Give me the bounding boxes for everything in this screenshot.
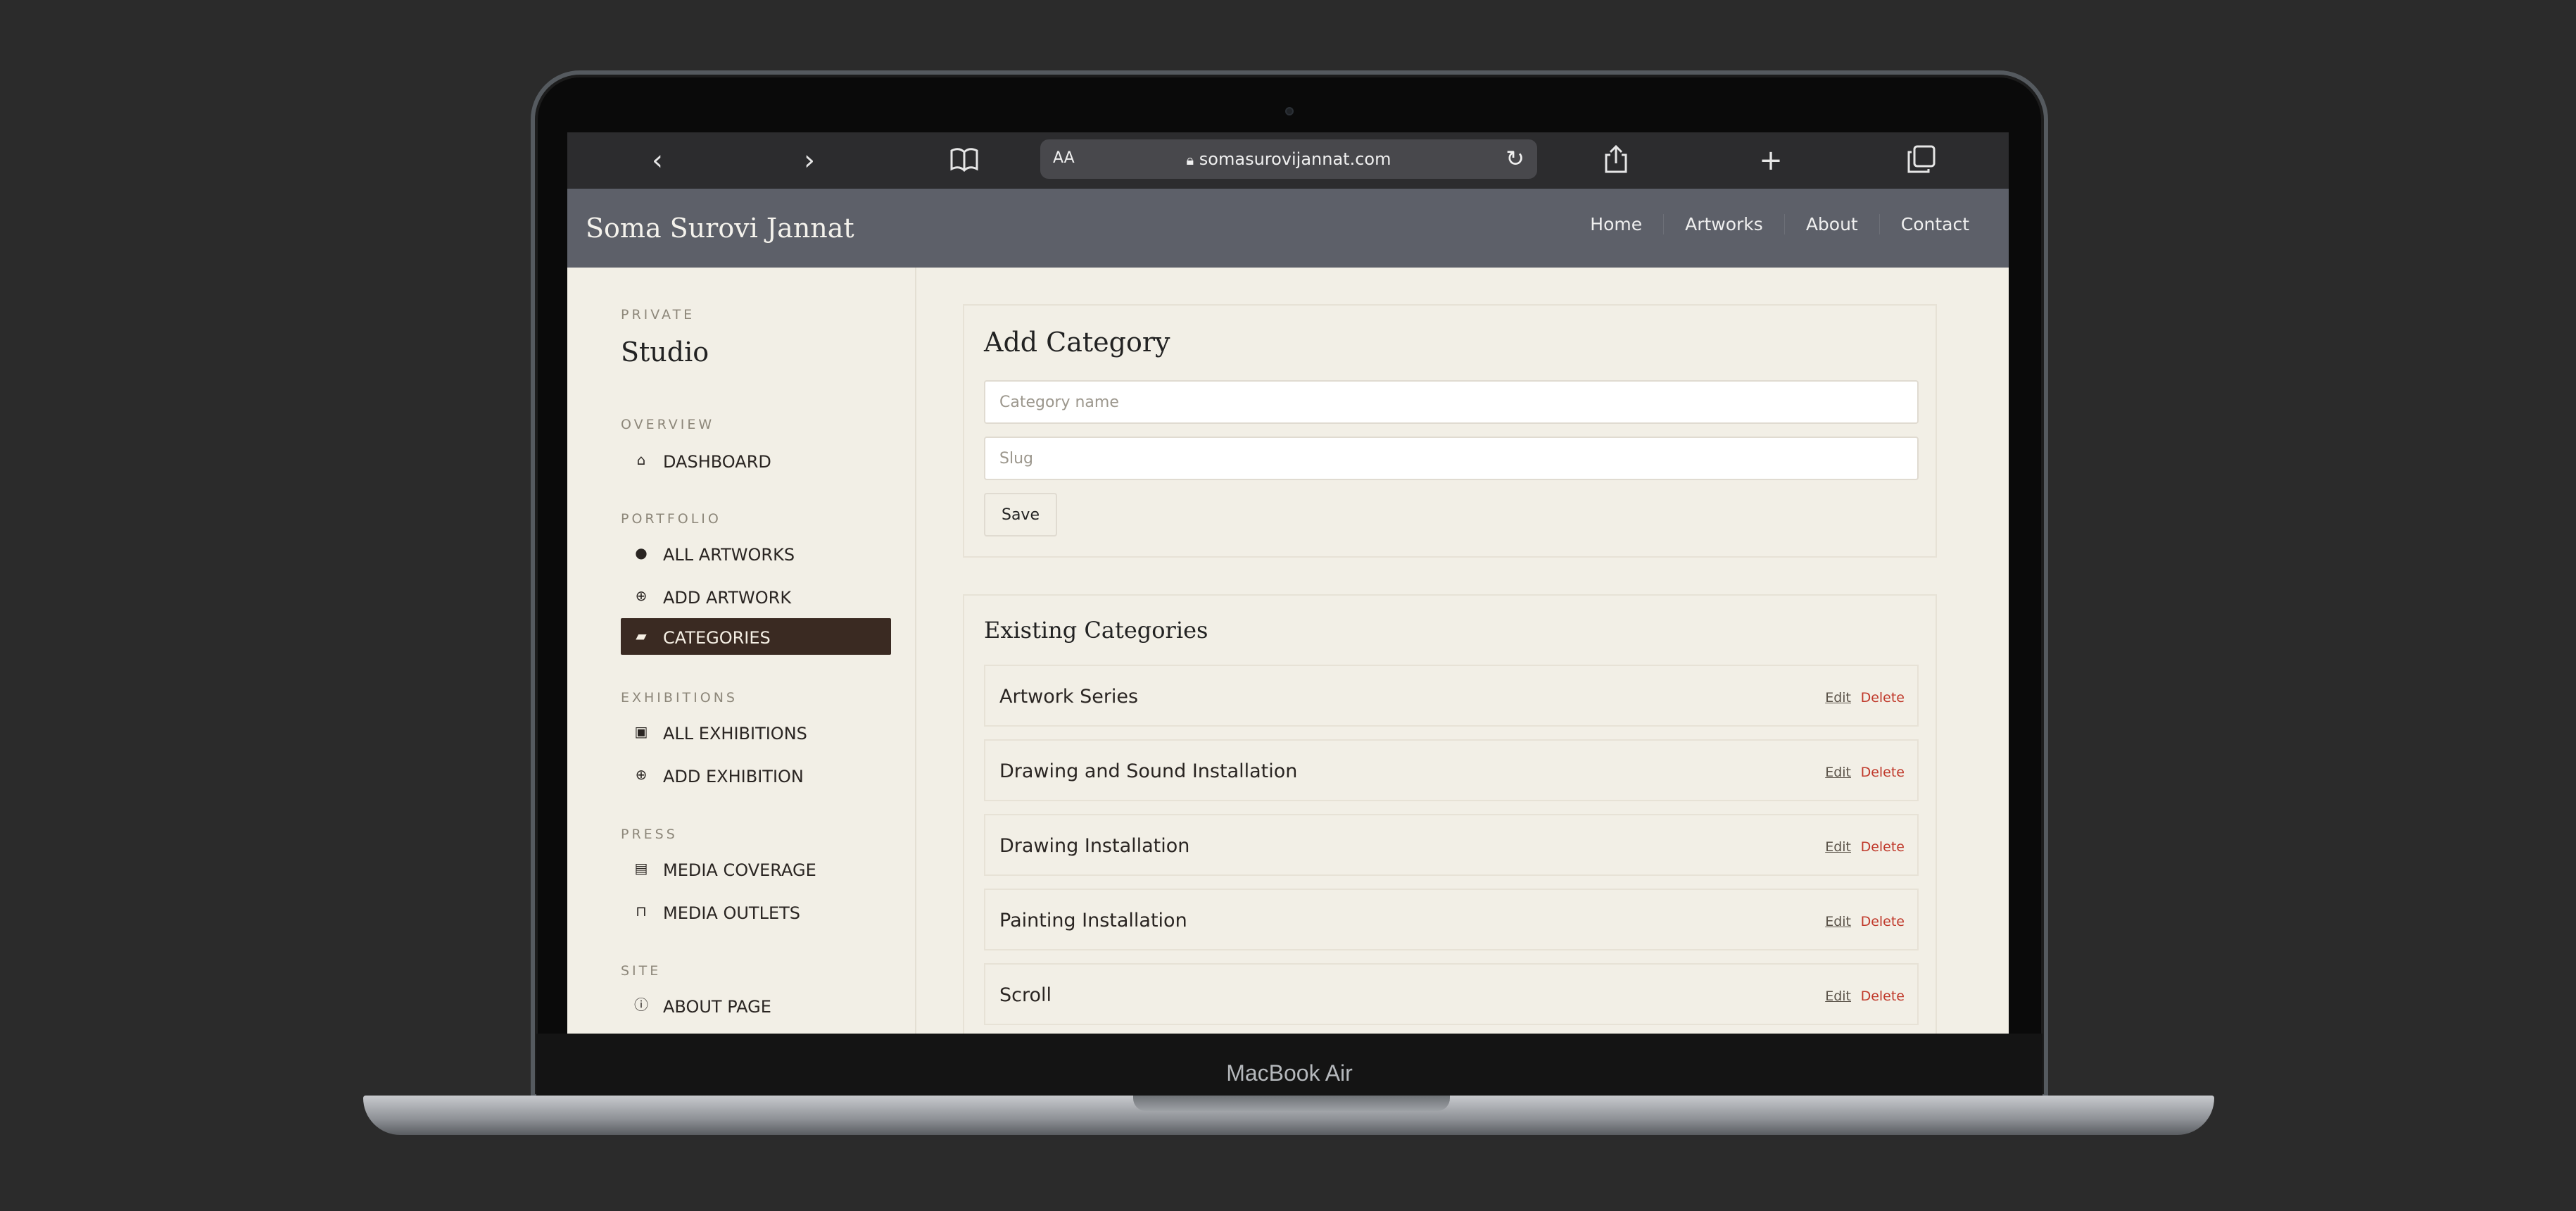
edit-link[interactable]: Edit	[1825, 914, 1851, 929]
tabs-icon[interactable]	[1905, 144, 1938, 177]
laptop-notch	[1133, 1096, 1450, 1111]
section-press: PRESS	[621, 827, 678, 842]
delete-link[interactable]: Delete	[1861, 914, 1905, 929]
sidebar-item-label: ALL ARTWORKS	[663, 545, 795, 565]
private-label: PRIVATE	[621, 307, 695, 322]
section-portfolio: PORTFOLIO	[621, 511, 721, 527]
screen: ‹ › AA 🔒︎ somasurovijannat.com ↻ + Soma …	[567, 132, 2009, 1034]
sidebar-item-label: ABOUT PAGE	[663, 997, 771, 1017]
existing-categories-title: Existing Categories	[984, 617, 1208, 644]
sidebar-item-media-outlets[interactable]: ⊓ MEDIA OUTLETS	[621, 893, 891, 930]
new-tab-icon[interactable]: +	[1754, 144, 1788, 177]
sidebar-item-all-exhibitions[interactable]: ▣ ALL EXHIBITIONS	[621, 714, 891, 751]
delete-link[interactable]: Delete	[1861, 690, 1905, 705]
save-button[interactable]: Save	[984, 493, 1057, 537]
forward-icon[interactable]: ›	[793, 144, 826, 177]
info-icon: ⓘ	[634, 996, 648, 1013]
edit-link[interactable]: Edit	[1825, 765, 1851, 780]
delete-link[interactable]: Delete	[1861, 765, 1905, 780]
sidebar-item-media-coverage[interactable]: ▤ MEDIA COVERAGE	[621, 851, 891, 887]
url-text: somasurovijannat.com	[1199, 149, 1391, 169]
sidebar-item-label: CATEGORIES	[663, 628, 771, 648]
folder-open-icon: ▰	[636, 627, 647, 644]
add-category-card: Add Category Save	[963, 304, 1937, 558]
edit-link[interactable]: Edit	[1825, 839, 1851, 855]
main-nav: Home Artworks About Contact	[1569, 214, 1990, 234]
sidebar-item-label: MEDIA COVERAGE	[663, 860, 816, 880]
category-row: Drawing Installation Edit Delete	[984, 814, 1919, 876]
delete-link[interactable]: Delete	[1861, 989, 1905, 1004]
category-name: Drawing and Sound Installation	[999, 760, 1298, 782]
browser-toolbar: ‹ › AA 🔒︎ somasurovijannat.com ↻ +	[567, 132, 2009, 189]
category-row: Scroll Edit Delete	[984, 963, 1919, 1025]
sidebar-item-all-artworks[interactable]: ● ALL ARTWORKS	[621, 535, 891, 572]
bookmarks-icon[interactable]	[947, 144, 981, 177]
plus-circle-icon: ⊕	[635, 587, 648, 604]
camera-icon	[1285, 107, 1294, 115]
nav-contact[interactable]: Contact	[1879, 214, 1990, 234]
sidebar-item-label: ADD ARTWORK	[663, 588, 792, 608]
address-bar[interactable]: AA 🔒︎ somasurovijannat.com ↻	[1040, 139, 1537, 179]
device-label: MacBook Air	[1226, 1060, 1353, 1086]
delete-link[interactable]: Delete	[1861, 839, 1905, 855]
slug-input[interactable]	[984, 437, 1919, 480]
images-icon: ▣	[634, 723, 648, 740]
share-icon[interactable]	[1599, 144, 1633, 177]
edit-link[interactable]: Edit	[1825, 690, 1851, 705]
edit-link[interactable]: Edit	[1825, 989, 1851, 1004]
nav-home[interactable]: Home	[1569, 214, 1663, 234]
back-icon[interactable]: ‹	[640, 144, 674, 177]
site-title[interactable]: Soma Surovi Jannat	[586, 213, 854, 244]
plus-circle-icon: ⊕	[635, 766, 648, 783]
building-icon: ⊓	[636, 903, 647, 920]
sidebar-item-label: DASHBOARD	[663, 452, 771, 472]
existing-categories-card: Existing Categories Artwork Series Edit …	[963, 594, 1937, 1034]
sidebar: PRIVATE Studio OVERVIEW ⌂ DASHBOARD PORT…	[567, 268, 916, 1034]
sidebar-item-add-artwork[interactable]: ⊕ ADD ARTWORK	[621, 578, 891, 615]
home-icon: ⌂	[636, 451, 646, 468]
site-header: Soma Surovi Jannat Home Artworks About C…	[567, 189, 2009, 268]
nav-artworks[interactable]: Artworks	[1663, 214, 1784, 234]
sidebar-item-dashboard[interactable]: ⌂ DASHBOARD	[621, 442, 891, 479]
sidebar-item-categories[interactable]: ▰ CATEGORIES	[621, 618, 891, 655]
section-site: SITE	[621, 963, 662, 979]
category-name: Drawing Installation	[999, 835, 1190, 857]
studio-title: Studio	[621, 337, 709, 368]
category-name: Painting Installation	[999, 910, 1187, 931]
reload-icon[interactable]: ↻	[1505, 145, 1524, 172]
palette-icon: ●	[635, 544, 648, 561]
category-name: Scroll	[999, 984, 1052, 1006]
lock-icon: 🔒︎	[1186, 151, 1194, 168]
sidebar-item-about-page[interactable]: ⓘ ABOUT PAGE	[621, 987, 891, 1024]
sidebar-item-label: ADD EXHIBITION	[663, 767, 804, 786]
newspaper-icon: ▤	[634, 860, 648, 877]
category-row: Painting Installation Edit Delete	[984, 889, 1919, 950]
section-overview: OVERVIEW	[621, 417, 715, 432]
nav-about[interactable]: About	[1783, 214, 1879, 234]
category-name-input[interactable]	[984, 380, 1919, 424]
sidebar-item-add-exhibition[interactable]: ⊕ ADD EXHIBITION	[621, 757, 891, 793]
section-exhibitions: EXHIBITIONS	[621, 690, 738, 705]
category-row: Drawing and Sound Installation Edit Dele…	[984, 739, 1919, 801]
sidebar-item-label: MEDIA OUTLETS	[663, 903, 801, 923]
category-row: Artwork Series Edit Delete	[984, 665, 1919, 727]
sidebar-item-label: ALL EXHIBITIONS	[663, 724, 807, 743]
add-category-title: Add Category	[984, 327, 1170, 358]
category-name: Artwork Series	[999, 686, 1139, 708]
